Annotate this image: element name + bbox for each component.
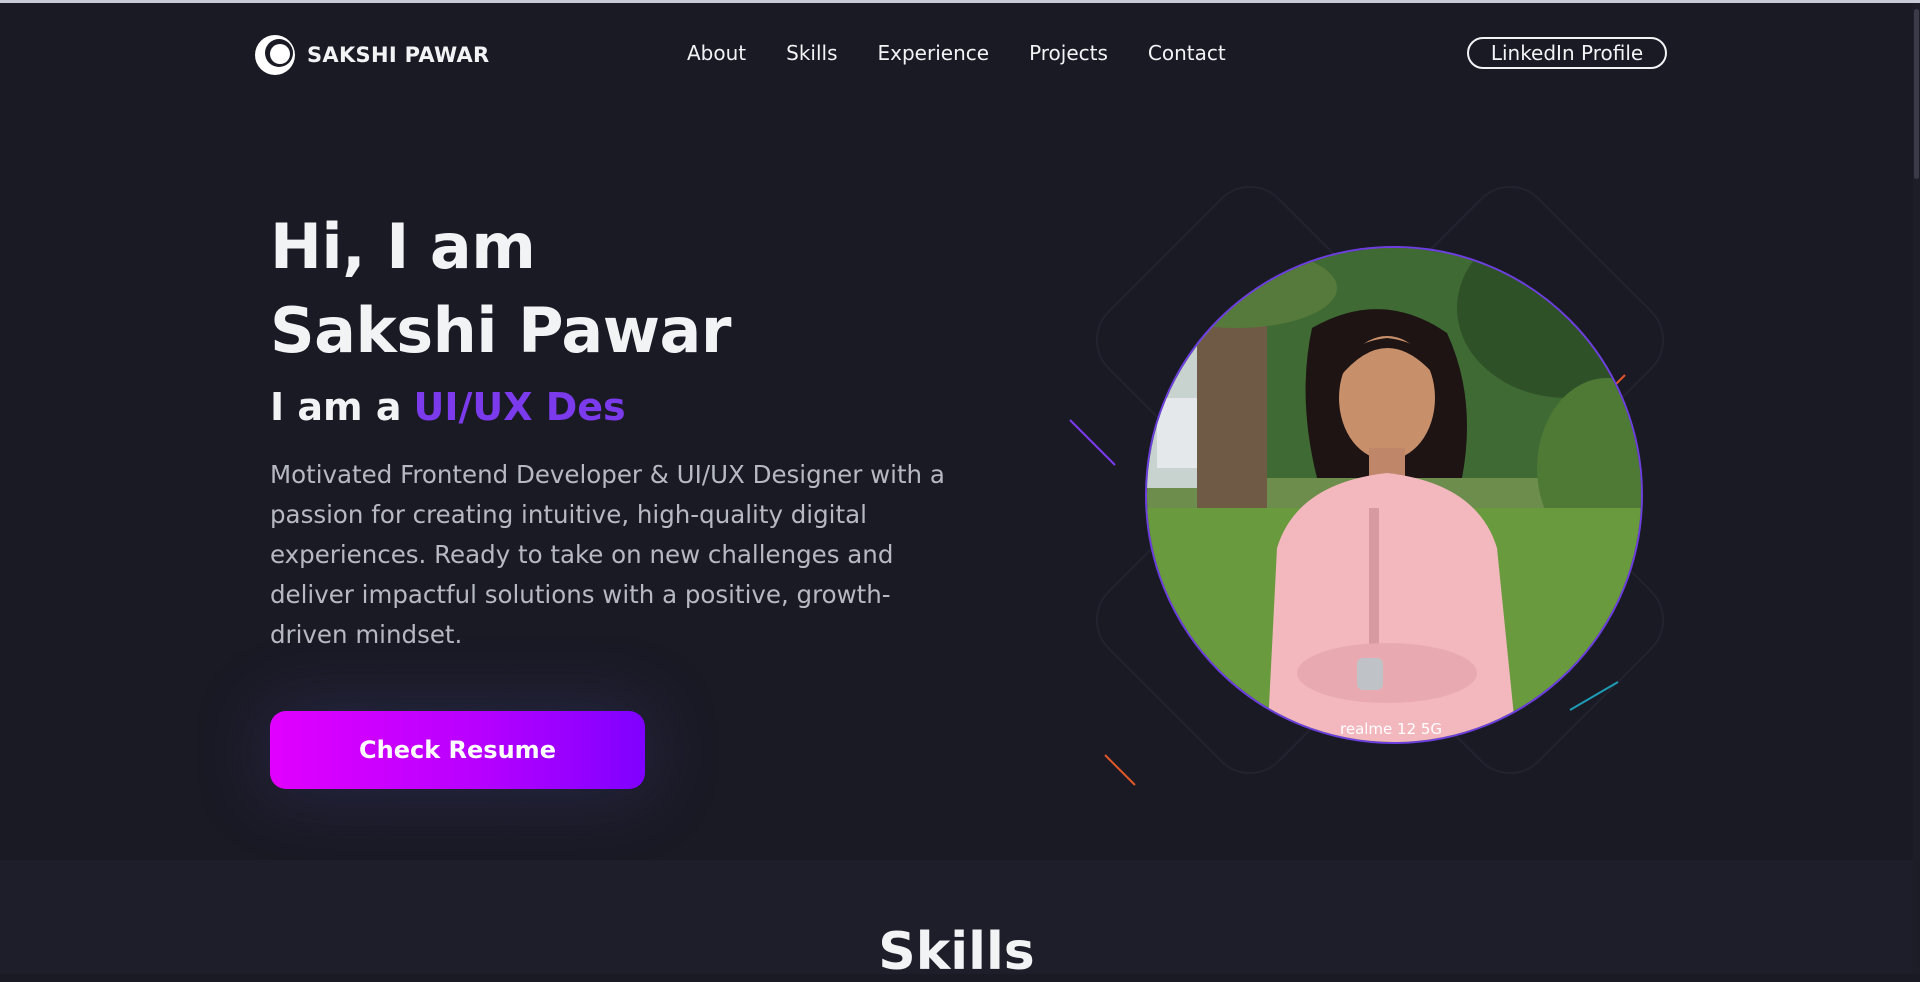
nav-link-projects[interactable]: Projects	[1029, 41, 1108, 65]
linkedin-profile-button[interactable]: LinkedIn Profile	[1467, 37, 1667, 69]
scrollbar-thumb[interactable]	[1914, 9, 1919, 179]
nav-link-skills[interactable]: Skills	[786, 41, 837, 65]
photo-watermark: realme 12 5G	[1340, 720, 1443, 738]
nav-link-experience[interactable]: Experience	[878, 41, 990, 65]
crescent-logo-icon	[255, 35, 295, 75]
brand[interactable]: SAKSHI PAWAR	[253, 33, 490, 77]
hero-description: Motivated Frontend Developer & UI/UX Des…	[270, 460, 945, 649]
hero-greeting: Hi, I am	[270, 210, 536, 283]
hero-heading: Hi, I am Sakshi Pawar	[270, 205, 731, 373]
hero-name: Sakshi Pawar	[270, 294, 731, 367]
brand-name: SAKSHI PAWAR	[307, 43, 490, 67]
navbar: SAKSHI PAWAR About Skills Experience Pro…	[0, 3, 1913, 103]
skills-heading: Skills	[878, 922, 1035, 982]
nav-menu: About Skills Experience Projects Contact	[687, 41, 1226, 65]
role-line: I am a UI/UX Des	[270, 385, 626, 429]
profile-photo	[1145, 246, 1643, 744]
nav-link-about[interactable]: About	[687, 41, 746, 65]
role-prefix: I am a	[270, 385, 402, 429]
nav-link-contact[interactable]: Contact	[1148, 41, 1226, 65]
check-resume-button[interactable]: Check Resume	[270, 711, 645, 789]
role-typed-text: UI/UX Des	[413, 385, 626, 429]
scrollbar[interactable]	[1913, 3, 1920, 974]
